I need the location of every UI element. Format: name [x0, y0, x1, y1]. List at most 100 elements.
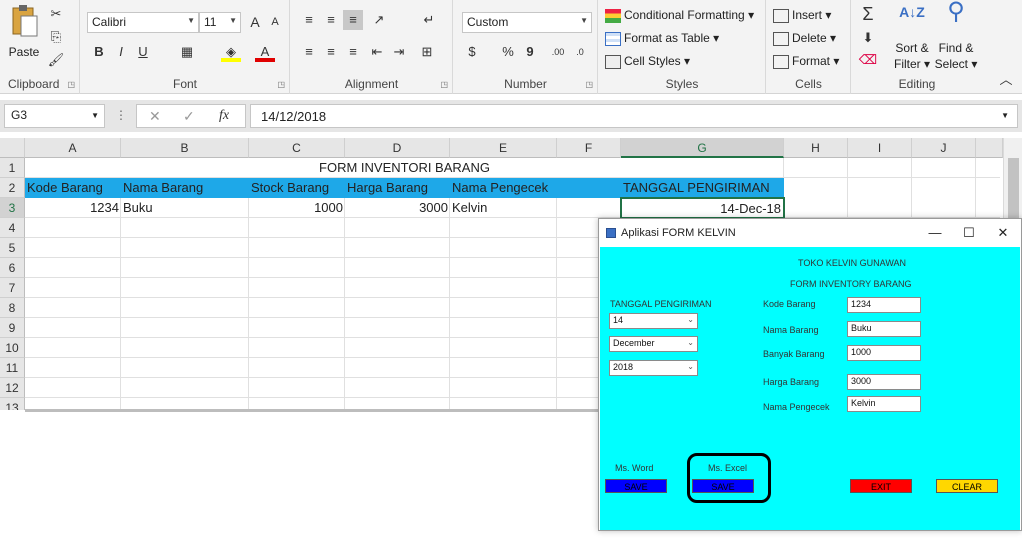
decrease-indent-icon[interactable]: ⇤ — [367, 42, 387, 62]
row-header[interactable]: 13 — [0, 398, 25, 410]
column-header-a[interactable]: A — [25, 138, 121, 158]
border-icon[interactable]: ▦ — [177, 42, 197, 62]
number-launcher-icon[interactable]: ◳ — [585, 80, 593, 89]
insert-button[interactable]: Insert ▾ — [773, 7, 831, 23]
row-header[interactable]: 10 — [0, 338, 25, 358]
row-header[interactable]: 3 — [0, 198, 25, 218]
minimize-icon[interactable]: — — [921, 223, 949, 243]
align-right-icon[interactable]: ≡ — [343, 42, 363, 62]
column-header-d[interactable]: D — [345, 138, 450, 158]
align-left-icon[interactable]: ≡ — [299, 42, 319, 62]
number-format-combo[interactable]: Custom ▼ — [462, 12, 592, 33]
row-header[interactable]: 5 — [0, 238, 25, 258]
header-harga-barang[interactable]: Harga Barang — [345, 178, 450, 198]
formula-input[interactable]: 14/12/2018 ▼ — [250, 104, 1018, 128]
row-header[interactable]: 1 — [0, 158, 25, 178]
month-combo[interactable]: December ⌄ — [609, 336, 698, 352]
close-icon[interactable]: ✕ — [989, 223, 1017, 243]
row-header[interactable]: 7 — [0, 278, 25, 298]
currency-button[interactable]: $ — [462, 42, 482, 62]
row-header[interactable]: 11 — [0, 358, 25, 378]
cell-g3-selected[interactable]: 14-Dec-18 — [620, 197, 785, 219]
clipboard-launcher-icon[interactable]: ◳ — [67, 80, 75, 89]
column-header-c[interactable]: C — [249, 138, 345, 158]
merge-center-icon[interactable]: ⊞ — [417, 42, 437, 62]
column-header-i[interactable]: I — [848, 138, 912, 158]
decrease-decimal-button[interactable]: .0 — [570, 42, 590, 62]
nama-barang-field[interactable]: Buku — [847, 321, 921, 337]
column-header-f[interactable]: F — [557, 138, 621, 158]
cut-icon[interactable]: ✂ — [46, 4, 66, 24]
grow-font-button[interactable]: A — [245, 12, 265, 32]
header-tanggal-pengiriman[interactable]: TANGGAL PENGIRIMAN — [621, 178, 784, 198]
alignment-launcher-icon[interactable]: ◳ — [440, 80, 448, 89]
column-header-j[interactable]: J — [912, 138, 976, 158]
font-launcher-icon[interactable]: ◳ — [277, 80, 285, 89]
fill-color-icon[interactable]: ◈ — [221, 42, 241, 62]
sort-filter-button[interactable]: A↓Z Sort & Filter ▾ — [892, 4, 932, 72]
orientation-icon[interactable]: ↗ — [369, 10, 389, 30]
bold-button[interactable]: B — [89, 42, 109, 62]
cell-c3[interactable]: 1000 — [249, 198, 345, 218]
increase-decimal-button[interactable]: .00 — [548, 42, 568, 62]
kode-barang-field[interactable]: 1234 — [847, 297, 921, 313]
column-header-e[interactable]: E — [450, 138, 557, 158]
fill-icon[interactable]: ⬇ — [858, 28, 878, 48]
row-header[interactable]: 6 — [0, 258, 25, 278]
underline-button[interactable]: U — [133, 42, 153, 62]
nama-pengecek-field[interactable]: Kelvin — [847, 396, 921, 412]
paste-button[interactable]: Paste — [6, 4, 42, 60]
shrink-font-button[interactable]: A — [265, 12, 285, 32]
column-header-b[interactable]: B — [121, 138, 249, 158]
banyak-barang-field[interactable]: 1000 — [847, 345, 921, 361]
align-middle-icon[interactable]: ≡ — [321, 10, 341, 30]
row-header[interactable]: 8 — [0, 298, 25, 318]
align-bottom-icon[interactable]: ≡ — [343, 10, 363, 30]
conditional-formatting-button[interactable]: Conditional Formatting ▾ — [605, 7, 754, 23]
cell-d3[interactable]: 3000 — [345, 198, 450, 218]
font-color-icon[interactable]: A — [255, 42, 275, 62]
font-name-combo[interactable]: Calibri ▼ — [87, 12, 199, 33]
header-kode-barang[interactable]: Kode Barang — [25, 178, 121, 198]
cell-b3[interactable]: Buku — [121, 198, 249, 218]
collapse-ribbon-icon[interactable]: ︿ — [996, 70, 1016, 90]
find-select-button[interactable]: ⚲ Find & Select ▾ — [934, 0, 978, 72]
align-center-icon[interactable]: ≡ — [321, 42, 341, 62]
delete-button[interactable]: Delete ▾ — [773, 30, 836, 46]
row-header[interactable]: 12 — [0, 378, 25, 398]
cell-e3[interactable]: Kelvin — [450, 198, 557, 218]
cell-a3[interactable]: 1234 — [25, 198, 121, 218]
autosum-button[interactable]: Σ — [858, 4, 878, 24]
save-word-button[interactable]: SAVE — [605, 479, 667, 493]
format-painter-icon[interactable]: 🖌 — [46, 50, 66, 70]
sheet-title-cell[interactable]: FORM INVENTORI BARANG — [25, 158, 784, 178]
cell-styles-button[interactable]: Cell Styles ▾ — [605, 53, 690, 69]
cancel-icon[interactable]: ✕ — [149, 108, 161, 125]
year-combo[interactable]: 2018 ⌄ — [609, 360, 698, 376]
harga-barang-field[interactable]: 3000 — [847, 374, 921, 390]
copy-icon[interactable]: ⎘ — [46, 27, 66, 47]
select-all-corner[interactable] — [0, 138, 25, 158]
header-nama-barang[interactable]: Nama Barang — [121, 178, 249, 198]
exit-button[interactable]: EXIT — [850, 479, 912, 493]
enter-icon[interactable]: ✓ — [183, 108, 195, 125]
percent-button[interactable]: % — [498, 42, 518, 62]
wrap-text-icon[interactable]: ↵ — [419, 10, 439, 30]
format-as-table-button[interactable]: Format as Table ▾ — [605, 30, 719, 46]
format-button[interactable]: Format ▾ — [773, 53, 839, 69]
insert-function-button[interactable]: fx — [219, 108, 229, 124]
italic-button[interactable]: I — [111, 42, 131, 62]
name-box[interactable]: G3 ▼ — [4, 104, 105, 128]
align-top-icon[interactable]: ≡ — [299, 10, 319, 30]
column-header-g[interactable]: G — [621, 138, 784, 158]
maximize-icon[interactable]: ☐ — [955, 223, 983, 243]
column-header-k[interactable] — [976, 138, 1003, 158]
clear-icon[interactable]: ⌫ — [858, 50, 878, 70]
row-header[interactable]: 9 — [0, 318, 25, 338]
column-header-h[interactable]: H — [784, 138, 848, 158]
day-combo[interactable]: 14 ⌄ — [609, 313, 698, 329]
row-header[interactable]: 2 — [0, 178, 25, 198]
header-nama-pengecek[interactable]: Nama Pengecek — [450, 178, 620, 198]
font-size-combo[interactable]: 11 ▼ — [199, 12, 241, 33]
increase-indent-icon[interactable]: ⇥ — [389, 42, 409, 62]
